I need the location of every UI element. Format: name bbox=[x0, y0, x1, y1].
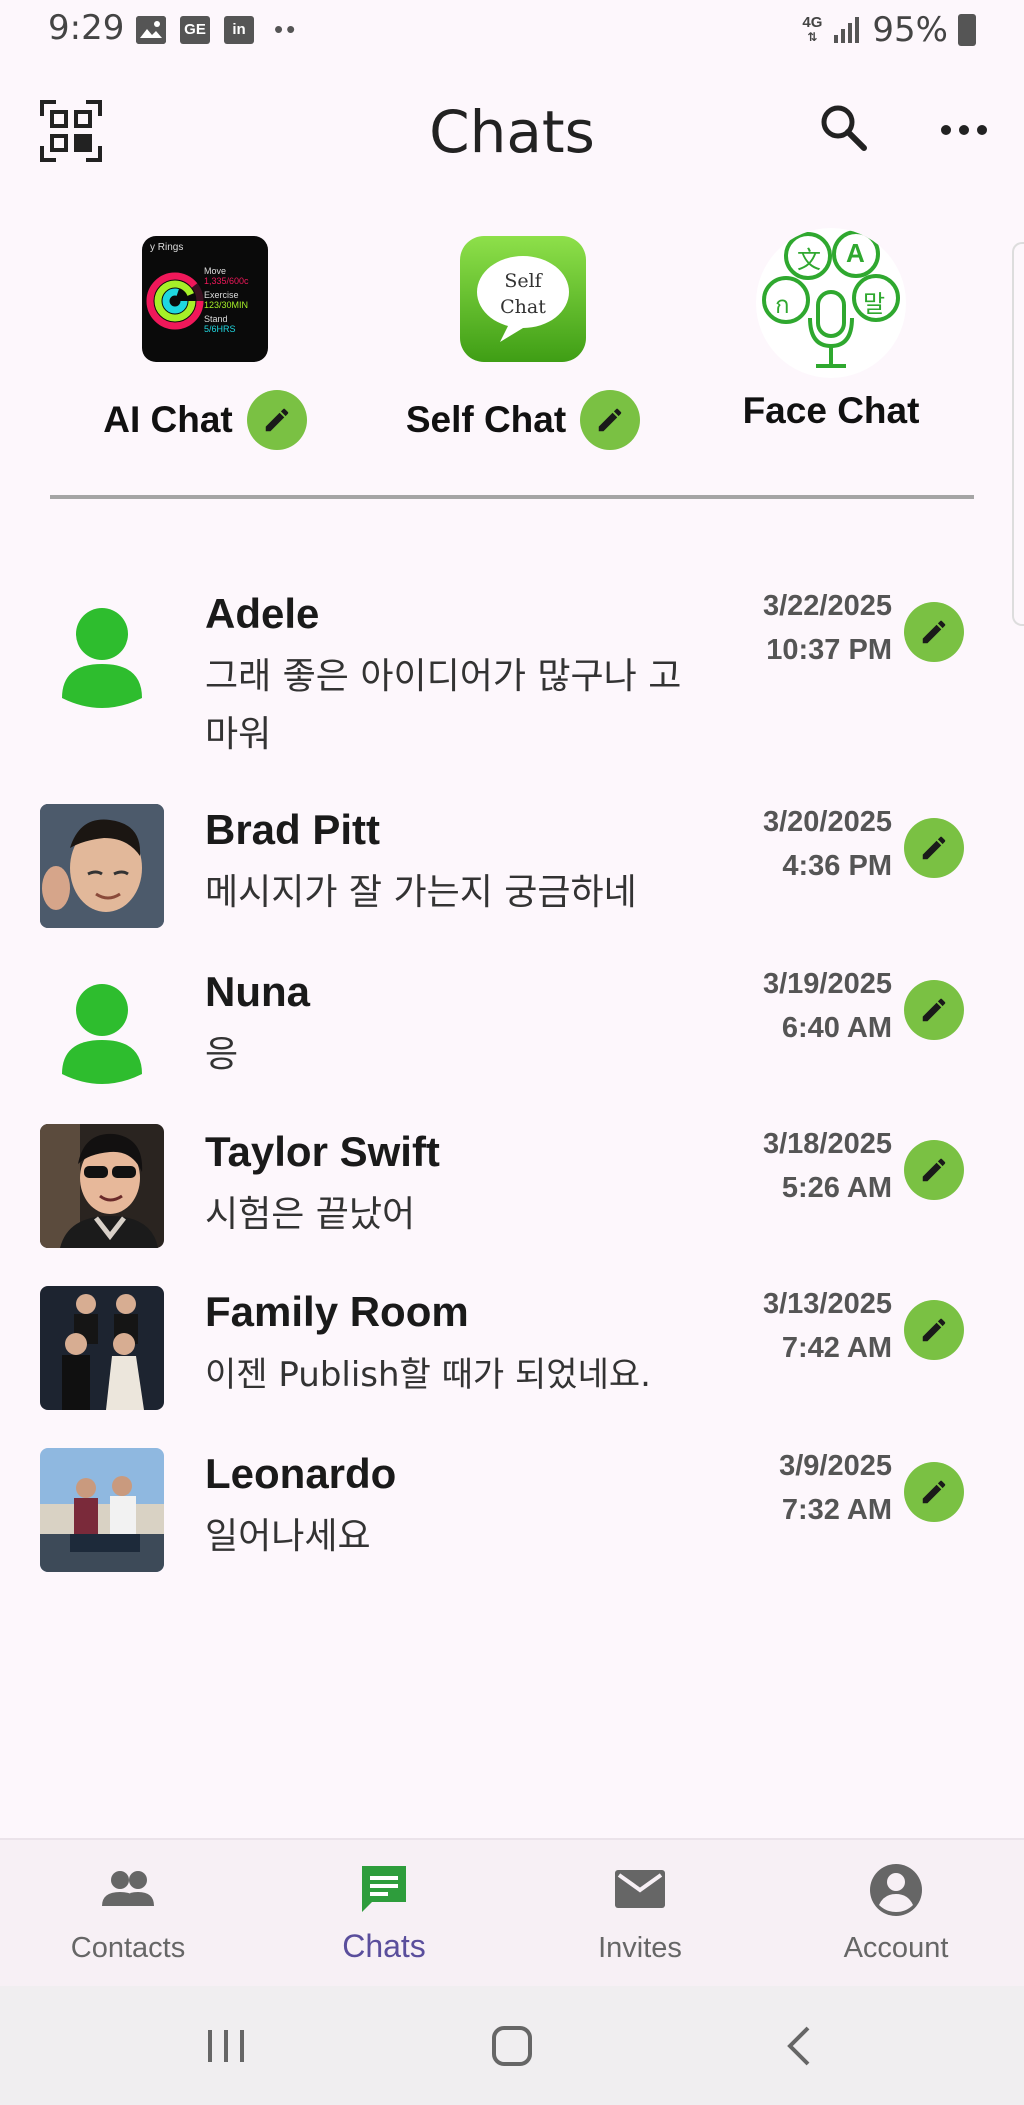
edit-chat-button[interactable] bbox=[904, 602, 964, 662]
image-icon bbox=[136, 15, 166, 44]
system-status: 4G ⇅ 95% bbox=[802, 10, 976, 50]
nav-label: Invites bbox=[598, 1932, 682, 1964]
avatar-photo bbox=[40, 1448, 164, 1572]
avatar-photo bbox=[40, 804, 164, 928]
status-bar: 9:29 GE in •• 4G ⇅ 95% bbox=[0, 0, 1024, 60]
chat-last-message: 이젠 Publish할 때가 되었네요. bbox=[205, 1355, 651, 1395]
chat-row-family-room[interactable]: Family Room 이젠 Publish할 때가 되었네요. 3/13/20… bbox=[0, 1268, 1024, 1418]
chat-timestamp: 3/13/2025 7:42 AM bbox=[762, 1288, 892, 1364]
chat-name: Taylor Swift bbox=[205, 1128, 440, 1175]
chat-last-message: 일어나세요 bbox=[205, 1516, 371, 1557]
app-header: Chats bbox=[0, 70, 1024, 190]
chat-row-leonardo[interactable]: Leonardo 일어나세요 3/9/2025 7:32 AM bbox=[0, 1430, 1024, 1580]
nav-invites[interactable]: Invites bbox=[512, 1840, 768, 1988]
face-chat-tile[interactable]: 文 A ก 말 Face Chat bbox=[666, 228, 996, 448]
account-icon bbox=[866, 1860, 926, 1920]
mail-icon bbox=[610, 1860, 670, 1920]
chat-name: Family Room bbox=[205, 1288, 469, 1335]
chat-last-message: 응 bbox=[205, 1034, 239, 1075]
system-navigation-bar bbox=[0, 1986, 1024, 2105]
gmail-icon: GE bbox=[180, 15, 210, 44]
nav-contacts[interactable]: Contacts bbox=[0, 1840, 256, 1988]
nav-label: Contacts bbox=[70, 1932, 186, 1964]
chat-row-adele[interactable]: Adele 그래 좋은 아이디어가 많구나 고마워 3/22/2025 10:37… bbox=[0, 570, 1024, 770]
notification-icons: GE in •• bbox=[136, 14, 298, 45]
chat-timestamp: 3/20/2025 4:36 PM bbox=[762, 806, 892, 882]
search-icon[interactable] bbox=[816, 100, 872, 156]
edit-chat-button[interactable] bbox=[904, 980, 964, 1040]
battery-icon bbox=[958, 14, 976, 46]
chat-row-nuna[interactable]: Nuna 응 3/19/2025 6:40 AM bbox=[0, 948, 1024, 1098]
chat-timestamp: 3/9/2025 7:32 AM bbox=[779, 1450, 892, 1526]
default-person-icon bbox=[40, 966, 164, 1090]
face-chat-label: Face Chat bbox=[742, 390, 920, 431]
nav-label: Account bbox=[843, 1932, 949, 1964]
signal-icon bbox=[834, 17, 860, 43]
chat-last-message: 메시지가 잘 가는지 궁금하네 bbox=[205, 872, 637, 913]
self-chat-label: Self Chat bbox=[405, 399, 567, 440]
activity-rings-icon: y Rings Move 1,335/600c Exercise 123/30M… bbox=[142, 236, 268, 362]
status-time: 9:29 bbox=[48, 8, 125, 48]
edit-chat-button[interactable] bbox=[904, 1300, 964, 1360]
more-notifications-icon: •• bbox=[274, 14, 299, 44]
back-icon[interactable] bbox=[770, 2016, 830, 2076]
nav-account[interactable]: Account bbox=[768, 1840, 1024, 1988]
edit-ai-chat-button[interactable] bbox=[246, 390, 307, 450]
chat-row-brad-pitt[interactable]: Brad Pitt 메시지가 잘 가는지 궁금하네 3/20/2025 4:36 … bbox=[0, 786, 1024, 936]
nav-label: Chats bbox=[342, 1928, 426, 1964]
contacts-icon bbox=[98, 1860, 158, 1920]
self-chat-tile[interactable]: Self Chat Self Chat bbox=[358, 228, 688, 450]
avatar-photo bbox=[40, 1286, 164, 1410]
recent-apps-icon[interactable] bbox=[196, 2016, 256, 2076]
section-divider bbox=[50, 495, 974, 499]
edit-self-chat-button[interactable] bbox=[580, 390, 641, 450]
chat-icon bbox=[354, 1860, 414, 1920]
ai-chat-label: AI Chat bbox=[103, 399, 233, 440]
chat-timestamp: 3/18/2025 5:26 AM bbox=[762, 1128, 892, 1204]
home-icon[interactable] bbox=[482, 2016, 542, 2076]
edit-chat-button[interactable] bbox=[904, 1462, 964, 1522]
battery-level: 95% bbox=[872, 10, 948, 50]
chat-timestamp: 3/22/2025 10:37 PM bbox=[762, 590, 892, 666]
edit-chat-button[interactable] bbox=[904, 1140, 964, 1200]
ai-chat-tile[interactable]: y Rings Move 1,335/600c Exercise 123/30M… bbox=[40, 228, 370, 450]
chat-last-message: 그래 좋은 아이디어가 많구나 고마워 bbox=[205, 656, 682, 755]
edit-chat-button[interactable] bbox=[904, 818, 964, 878]
avatar-photo bbox=[40, 1124, 164, 1248]
nav-chats[interactable]: Chats bbox=[256, 1840, 512, 1988]
translation-microphone-icon: 文 A ก 말 bbox=[756, 228, 906, 378]
chat-name: Adele bbox=[205, 590, 320, 637]
more-options-icon[interactable] bbox=[936, 110, 992, 150]
scrollbar[interactable] bbox=[1012, 242, 1024, 626]
linkedin-icon: in bbox=[224, 15, 254, 44]
chat-name: Brad Pitt bbox=[205, 806, 381, 853]
quick-chat-row: y Rings Move 1,335/600c Exercise 123/30M… bbox=[0, 228, 1024, 450]
network-icon: 4G ⇅ bbox=[802, 14, 823, 44]
default-person-icon bbox=[40, 590, 164, 714]
chat-name: Leonardo bbox=[205, 1450, 397, 1497]
chat-timestamp: 3/19/2025 6:40 AM bbox=[762, 968, 892, 1044]
chat-last-message: 시험은 끝났어 bbox=[205, 1194, 416, 1235]
chat-name: Nuna bbox=[205, 968, 310, 1015]
bottom-navigation: Contacts Chats Invites Account bbox=[0, 1838, 1024, 1988]
chat-row-taylor-swift[interactable]: Taylor Swift 시험은 끝났어 3/18/2025 5:26 AM bbox=[0, 1108, 1024, 1258]
self-chat-bubble-icon: Self Chat bbox=[460, 236, 586, 362]
